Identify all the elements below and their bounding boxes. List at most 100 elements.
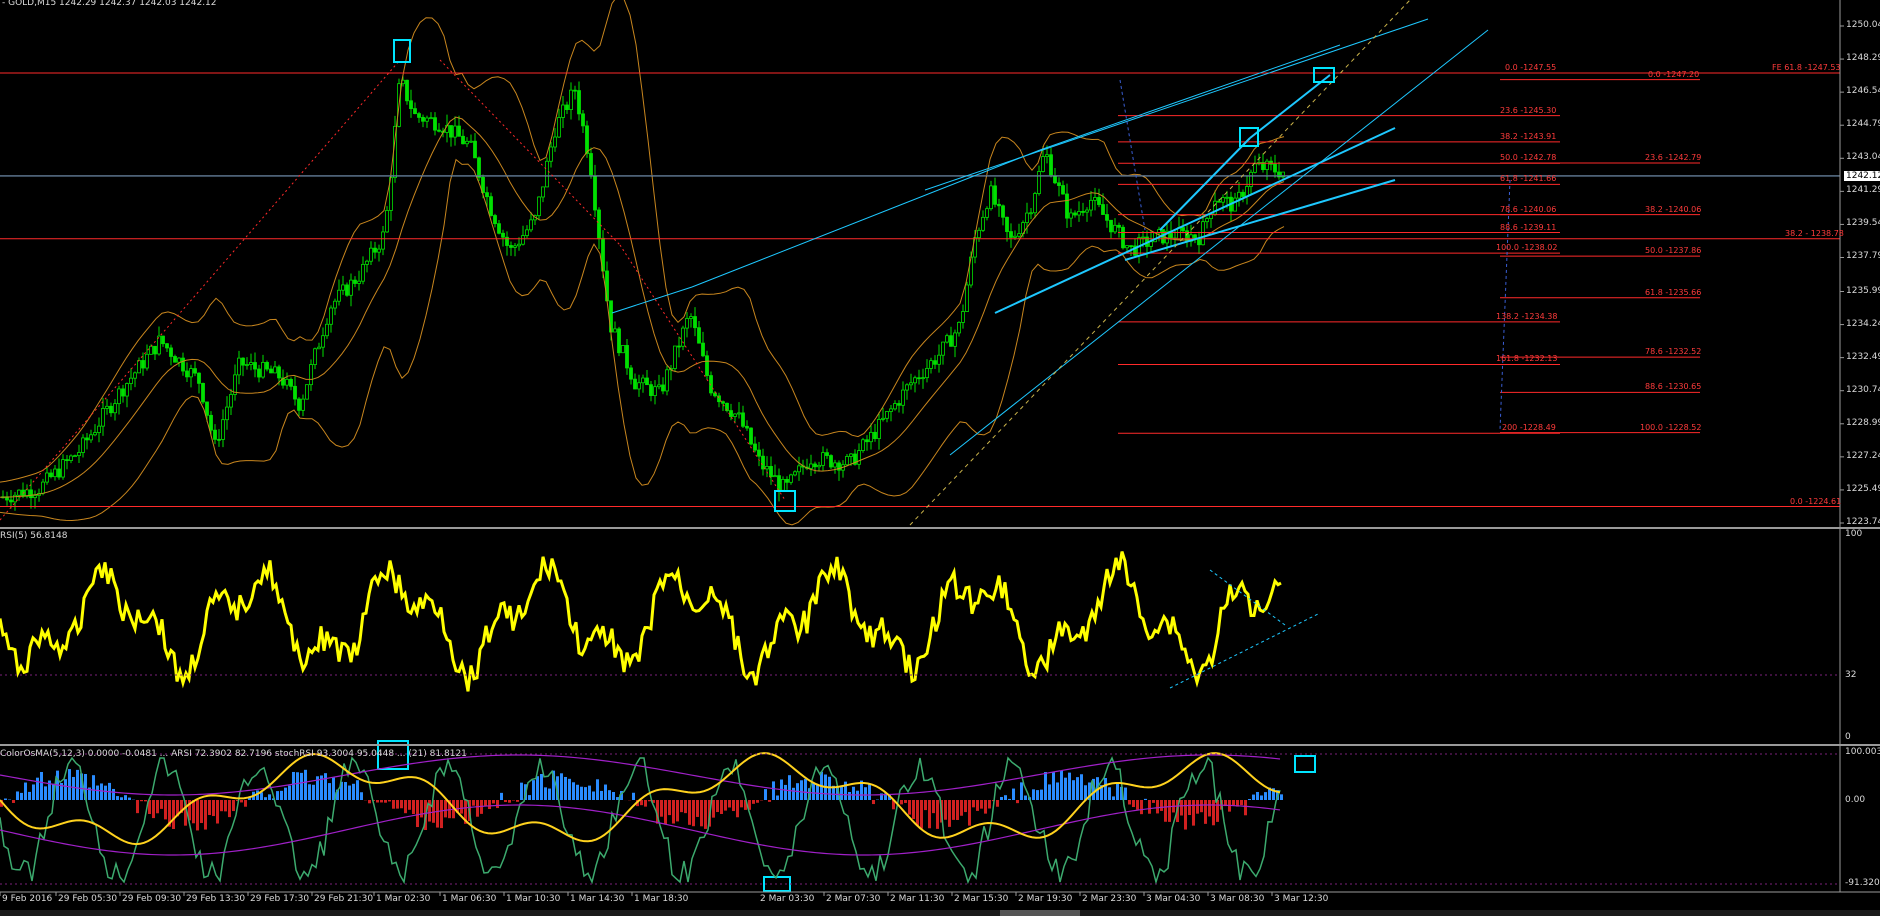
trendline-support [994,127,1396,314]
osc-bar-up [352,783,355,800]
osc-bar-up [1020,782,1023,800]
candle-body [701,342,705,357]
osc-bar-down [460,800,463,814]
candle-body [705,355,709,376]
horizontal-scrollbar[interactable] [0,910,1880,916]
candle-body [193,368,197,374]
candle-body [589,153,593,177]
osc-bar-up [24,782,27,800]
price-label: 1250.04 [1846,20,1880,30]
candle-body [1273,163,1277,173]
candle-body [793,471,797,476]
price-label: 1237.79 [1846,251,1880,262]
candle-body [485,192,489,198]
fib-label: 200 -1228.49 [1502,423,1556,433]
osc-bar-up [612,792,615,800]
osc-bar-down [740,800,743,808]
osc-bar-down [1156,800,1159,814]
candle-body [541,186,545,198]
candle-body [821,452,825,466]
osc-bar-down [932,800,935,814]
candle-body [309,364,313,386]
osc-bar-up [572,782,575,800]
candle-body [449,125,453,138]
osc-bar-up [1076,777,1079,800]
candle-body [1037,171,1041,194]
osc-bar-down [224,800,227,812]
candle-body [313,348,317,365]
candle-body [965,284,969,312]
candle-body [409,100,413,110]
fib-label: 50.0 -1237.86 [1645,246,1702,256]
osc-bar-up [1036,790,1039,800]
osc-bar-up [1104,777,1107,800]
candle-body [369,247,373,262]
osc-arsi-line [0,752,1281,846]
candle-body [1065,193,1069,219]
candle-body [1081,211,1085,213]
osc-bar-up [1108,787,1111,800]
rsi-scale-100: 100 [1845,529,1863,539]
candle-body [469,140,473,143]
osc-bar-up [332,777,335,800]
osc-bar-down [212,800,215,817]
osc-bar-up [828,776,831,800]
candle-body [361,263,365,282]
candle-body [1101,204,1105,215]
scrollbar-thumb[interactable] [1000,910,1080,916]
candle-body [205,401,209,416]
chart-window[interactable]: - GOLD,M15 1242.29 1242.37 1242.03 1242.… [0,0,1880,916]
candle-body [1253,163,1257,173]
candle-body [1053,175,1057,184]
osc-bar-up [764,789,767,800]
candle-body [769,466,773,478]
time-label: 29 Feb 21:30 [314,894,374,904]
candle-body [1201,221,1205,246]
candle-body [641,377,645,384]
osc-bar-up [32,784,35,800]
osc-bar-up [544,787,547,800]
candle-body [789,474,793,483]
osc-bar-down [1168,800,1171,822]
osc-bar-down [664,800,667,825]
candle-body [29,489,33,499]
osc-bar-up [532,780,535,800]
fib-label: FE 61.8 -1247.53 [1772,63,1841,73]
candle-body [537,196,541,217]
candle-body [781,478,785,491]
osc-bar-down [736,800,739,818]
trendline [1039,44,1341,151]
osc-bar-down [400,800,403,809]
candle-body [1097,197,1101,205]
osc-bar-down [1140,800,1143,815]
time-label: 2 Mar 03:30 [760,894,815,904]
osc-bar-up [804,778,807,800]
candle-body [817,464,821,468]
candle-body [437,129,441,132]
osc-bar-up [1256,791,1259,800]
candle-body [257,368,261,378]
candle-body [825,452,829,456]
candle-body [929,360,933,369]
candle-body [1265,160,1269,170]
candle-body [209,414,213,431]
osc-bar-down [1016,800,1019,804]
candle-body [229,394,233,408]
osc-bar-down [732,800,735,812]
trendline-wedge [1249,74,1331,139]
price-chart[interactable] [0,0,1880,916]
time-label: 2 Mar 11:30 [890,894,945,904]
osc-bar-up [308,784,311,800]
osc-bar-down [144,800,147,802]
candle-body [861,439,865,452]
candle-body [957,321,961,334]
time-label: 9 Feb 2016 [2,894,53,904]
price-label: 1232.49 [1846,351,1880,362]
candle-body [525,229,529,237]
osc-bar-up [812,782,815,800]
time-label: 29 Feb 13:30 [186,894,246,904]
candle-body [889,408,893,412]
osc-scale-zero: 0.00 [1845,795,1866,805]
osc-bar-up [76,769,79,800]
candle-body [277,366,281,379]
